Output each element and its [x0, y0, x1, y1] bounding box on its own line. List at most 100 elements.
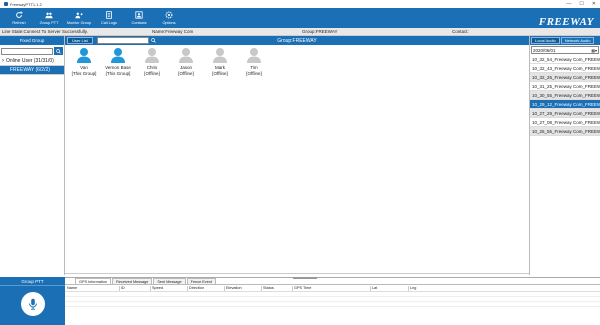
- user-status: [Offline]: [212, 70, 228, 76]
- contacts-button[interactable]: Contacts: [124, 8, 154, 28]
- tree-item-label: FREEWAY (6/2/2): [10, 67, 50, 73]
- table-row: [65, 302, 600, 307]
- user-card[interactable]: Jason [Offline]: [169, 47, 203, 76]
- user-status: [This Group]: [71, 70, 97, 76]
- user-online-icon: [77, 48, 91, 63]
- contacts-label: Contacts: [131, 21, 147, 25]
- user-offline-icon: [213, 48, 227, 63]
- audio-record-item[interactable]: 10_32_43_Freeway Com_FREEWAY: [530, 64, 600, 73]
- contact-text: Contact:: [452, 29, 469, 34]
- main-toolbar: Refresh Group PTT Monitor Group Call Log…: [0, 8, 600, 32]
- logo-brand: FREEWAY: [538, 16, 594, 28]
- group-search-button[interactable]: [54, 47, 63, 55]
- splitter-handle[interactable]: [293, 277, 317, 279]
- fixed-group-header: Fixed Group: [0, 36, 64, 45]
- user-name-text: Name:Freeway Com: [152, 29, 194, 34]
- user-card[interactable]: Vernon Base [This Group]: [101, 47, 135, 76]
- maximize-button[interactable]: ☐: [579, 1, 583, 7]
- user-grid: Van [This Group] Vernon Base [This Group…: [65, 45, 529, 76]
- column-name[interactable]: Name: [66, 286, 119, 291]
- group-ptt-button[interactable]: Group PTT: [34, 8, 64, 28]
- options-icon: [165, 11, 173, 19]
- column-lng[interactable]: Lng: [408, 285, 448, 291]
- microphone-icon: [29, 298, 37, 310]
- audio-record-item[interactable]: 10_26_55_Freeway Com_FREEWAY: [530, 127, 600, 136]
- line-state-text: Line State:Connect To Server Successfull…: [2, 29, 88, 34]
- search-icon: [151, 38, 157, 43]
- user-card[interactable]: Tim [Offline]: [237, 47, 271, 76]
- user-status: [Offline]: [246, 70, 262, 76]
- gps-table-header: Name ID Speed Direction Elevation Status…: [65, 285, 600, 292]
- tab-local-audio[interactable]: Local Audio: [531, 37, 560, 44]
- monitor-group-icon: [75, 12, 83, 19]
- column-speed[interactable]: Speed: [150, 285, 187, 291]
- tab-user-list[interactable]: User List: [67, 37, 93, 44]
- tab-received-message[interactable]: Received Message: [112, 278, 153, 284]
- audio-record-item[interactable]: 10_27_08_Freeway Com_FREEWAY: [530, 118, 600, 127]
- user-card[interactable]: Van [This Group]: [67, 47, 101, 76]
- window-titlebar: FreewayPTT1.1.2 — ☐ ✕: [0, 0, 600, 8]
- user-offline-icon: [179, 48, 193, 63]
- status-bar: Line State:Connect To Server Successfull…: [0, 28, 600, 36]
- tab-gps-information[interactable]: GPS Information: [75, 278, 112, 284]
- column-lat[interactable]: Lat: [370, 285, 408, 291]
- column-id[interactable]: ID: [119, 285, 150, 291]
- refresh-icon: [16, 11, 23, 18]
- group-search: [1, 47, 63, 55]
- date-picker[interactable]: 2020/06/01 ▦▾: [531, 46, 599, 54]
- group-ptt-icon: [45, 12, 53, 19]
- tab-network-audio[interactable]: Network Audio: [560, 37, 595, 44]
- tree-item-online-users[interactable]: › Online User (31/31/0): [0, 57, 64, 66]
- audio-record-item[interactable]: 10_29_12_Freeway Com_FREEWAY: [530, 100, 600, 109]
- call-logs-label: Call Logs: [101, 21, 117, 25]
- tree-item-freeway[interactable]: FREEWAY (6/2/2): [0, 66, 64, 75]
- column-status[interactable]: Status: [261, 285, 292, 291]
- monitor-group-button[interactable]: Monitor Group: [64, 8, 94, 28]
- group-search-input[interactable]: [1, 47, 53, 55]
- user-status: [This Group]: [105, 70, 131, 76]
- user-list-header: User List Group:FREEWAY: [65, 36, 529, 45]
- calendar-icon: ▦▾: [591, 47, 597, 53]
- tab-sent-message[interactable]: Sent Message: [153, 278, 186, 284]
- audio-record-panel: Local Audio Network Audio 2020/06/01 ▦▾ …: [529, 36, 600, 275]
- user-card[interactable]: Mark [Offline]: [203, 47, 237, 76]
- call-logs-button[interactable]: Call Logs: [94, 8, 124, 28]
- search-icon: [56, 48, 61, 54]
- current-group-text: Group:FREEWAY: [302, 29, 338, 34]
- minimize-button[interactable]: —: [566, 1, 571, 7]
- user-search-button[interactable]: [150, 37, 158, 44]
- options-button[interactable]: Options: [154, 8, 184, 28]
- close-button[interactable]: ✕: [592, 1, 596, 7]
- user-status: [Offline]: [144, 70, 160, 76]
- audio-record-item[interactable]: 10_32_26_Freeway Com_FREEWAY: [530, 73, 600, 82]
- user-online-icon: [111, 48, 125, 63]
- chevron-right-icon: ›: [2, 58, 4, 64]
- ptt-talk-button[interactable]: [21, 292, 45, 316]
- user-card[interactable]: Chris [Offline]: [135, 47, 169, 76]
- audio-record-item[interactable]: 10_32_54_Freeway Com_FREEWAY: [530, 55, 600, 64]
- date-value: 2020/06/01: [533, 47, 556, 53]
- refresh-button[interactable]: Refresh: [4, 8, 34, 28]
- contacts-icon: [135, 11, 143, 19]
- audio-record-item[interactable]: 10_30_55_Freeway Com_FREEWAY: [530, 91, 600, 100]
- tree-item-label: Online User (31/31/0): [6, 58, 54, 64]
- user-offline-icon: [145, 48, 159, 63]
- audio-record-item[interactable]: 10_27_29_Freeway Com_FREEWAY: [530, 109, 600, 118]
- column-gps-time[interactable]: GPS Time: [292, 285, 370, 291]
- options-label: Options: [162, 21, 176, 25]
- user-offline-icon: [247, 48, 261, 63]
- audio-record-item[interactable]: 10_31_25_Freeway Com_FREEWAY: [530, 82, 600, 91]
- user-search-input[interactable]: [96, 37, 149, 44]
- user-status: [Offline]: [178, 70, 194, 76]
- tab-fence-event[interactable]: Fence Event: [186, 278, 216, 284]
- group-panel: Fixed Group › Online User (31/31/0) FREE…: [0, 36, 65, 275]
- call-logs-icon: [106, 11, 112, 19]
- user-list-panel: User List Group:FREEWAY Van [This Group]…: [65, 36, 529, 275]
- refresh-label: Refresh: [12, 21, 26, 25]
- column-direction[interactable]: Direction: [187, 285, 224, 291]
- audio-tabs: Local Audio Network Audio: [530, 36, 600, 45]
- info-panel: GPS Information Received Message Sent Me…: [65, 277, 600, 325]
- center-divider: [65, 273, 529, 275]
- app-icon: [4, 2, 8, 6]
- column-elevation[interactable]: Elevation: [224, 285, 261, 291]
